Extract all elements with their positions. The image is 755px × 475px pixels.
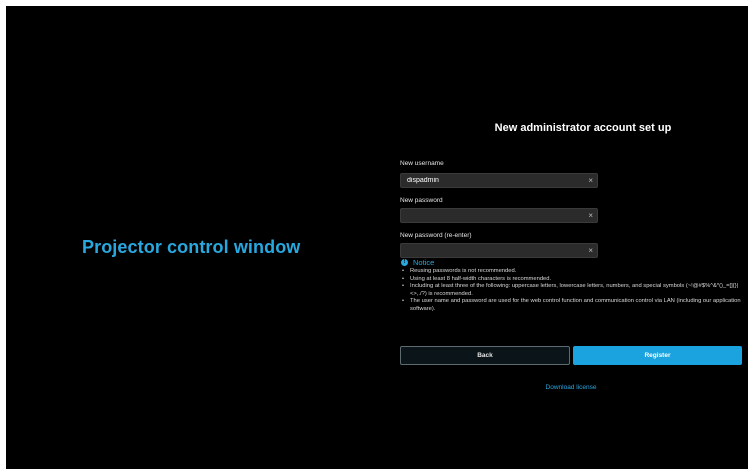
- password-label: New password: [400, 197, 443, 204]
- screen: Projector control window: [6, 6, 748, 469]
- app-title: Projector control window: [82, 237, 301, 257]
- password-confirm-label: New password (re-enter): [400, 232, 472, 239]
- form-heading: New administrator account set up: [494, 122, 672, 134]
- info-icon: !: [401, 259, 408, 266]
- username-input[interactable]: [407, 174, 583, 187]
- username-field[interactable]: ×: [400, 173, 598, 188]
- password-clear-icon[interactable]: ×: [588, 210, 593, 222]
- register-button[interactable]: Register: [573, 346, 742, 365]
- password-confirm-clear-icon[interactable]: ×: [588, 245, 593, 257]
- notice-item: Using at least 8 half-width characters i…: [401, 276, 741, 284]
- password-field[interactable]: ×: [400, 208, 598, 223]
- password-confirm-input[interactable]: [407, 244, 583, 257]
- notice-section: ! Notice Reusing passwords is not recomm…: [401, 257, 741, 314]
- username-label: New username: [400, 160, 444, 167]
- notice-list: Reusing passwords is not recommended. Us…: [401, 268, 741, 314]
- notice-header: ! Notice: [401, 257, 741, 268]
- notice-item: The user name and password are used for …: [401, 298, 741, 313]
- download-license-link[interactable]: Download license: [521, 384, 621, 391]
- back-button[interactable]: Back: [400, 346, 570, 365]
- notice-title: Notice: [413, 258, 435, 267]
- username-clear-icon[interactable]: ×: [588, 175, 593, 187]
- notice-item: Including at least three of the followin…: [401, 283, 741, 298]
- password-confirm-field[interactable]: ×: [400, 243, 598, 258]
- password-input[interactable]: [407, 209, 583, 222]
- notice-item: Reusing passwords is not recommended.: [401, 268, 741, 276]
